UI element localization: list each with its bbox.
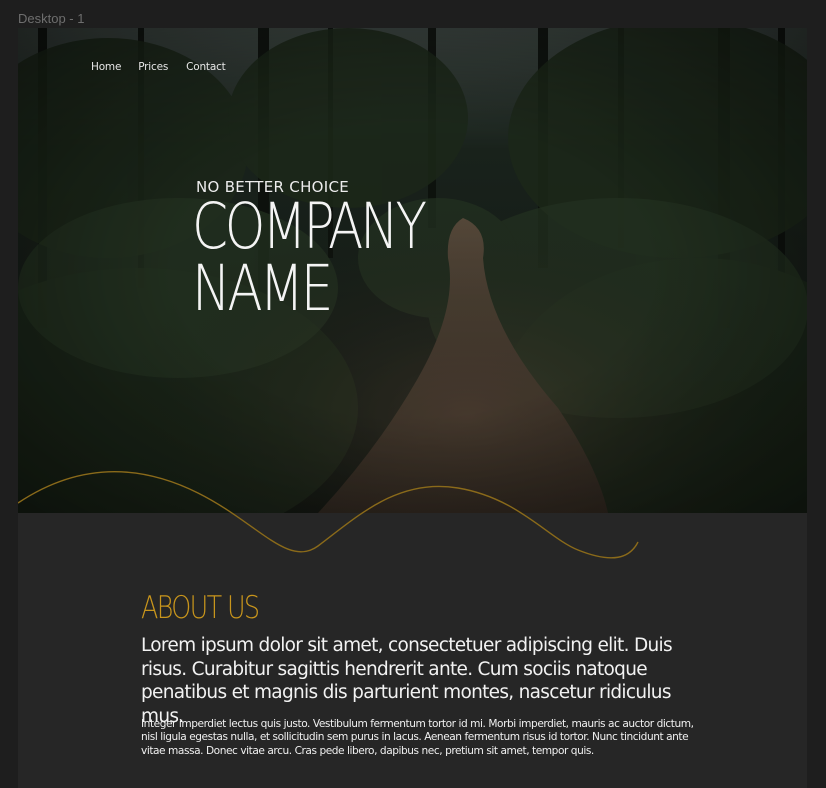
- hero-section: Home Prices Contact NO BETTER CHOICE COM…: [18, 28, 807, 513]
- about-lead-paragraph: Lorem ipsum dolor sit amet, consectetuer…: [141, 635, 673, 727]
- decorative-wave-line: [18, 470, 639, 559]
- nav-prices-link[interactable]: Prices: [138, 61, 168, 73]
- desktop-frame: Home Prices Contact NO BETTER CHOICE COM…: [18, 28, 807, 788]
- hero-title: COMPANY NAME: [192, 190, 471, 325]
- about-body-paragraph: Integer imperdiet lectus quis justo. Ves…: [141, 718, 694, 757]
- nav-contact-link[interactable]: Contact: [186, 61, 226, 73]
- frame-label[interactable]: Desktop - 1: [18, 11, 84, 26]
- hero-title-line-1: COMPANY: [192, 190, 427, 263]
- main-nav: Home Prices Contact: [91, 61, 226, 73]
- about-title: ABOUT US: [141, 590, 260, 626]
- hero-title-line-2: NAME: [192, 252, 333, 325]
- nav-home-link[interactable]: Home: [91, 61, 121, 73]
